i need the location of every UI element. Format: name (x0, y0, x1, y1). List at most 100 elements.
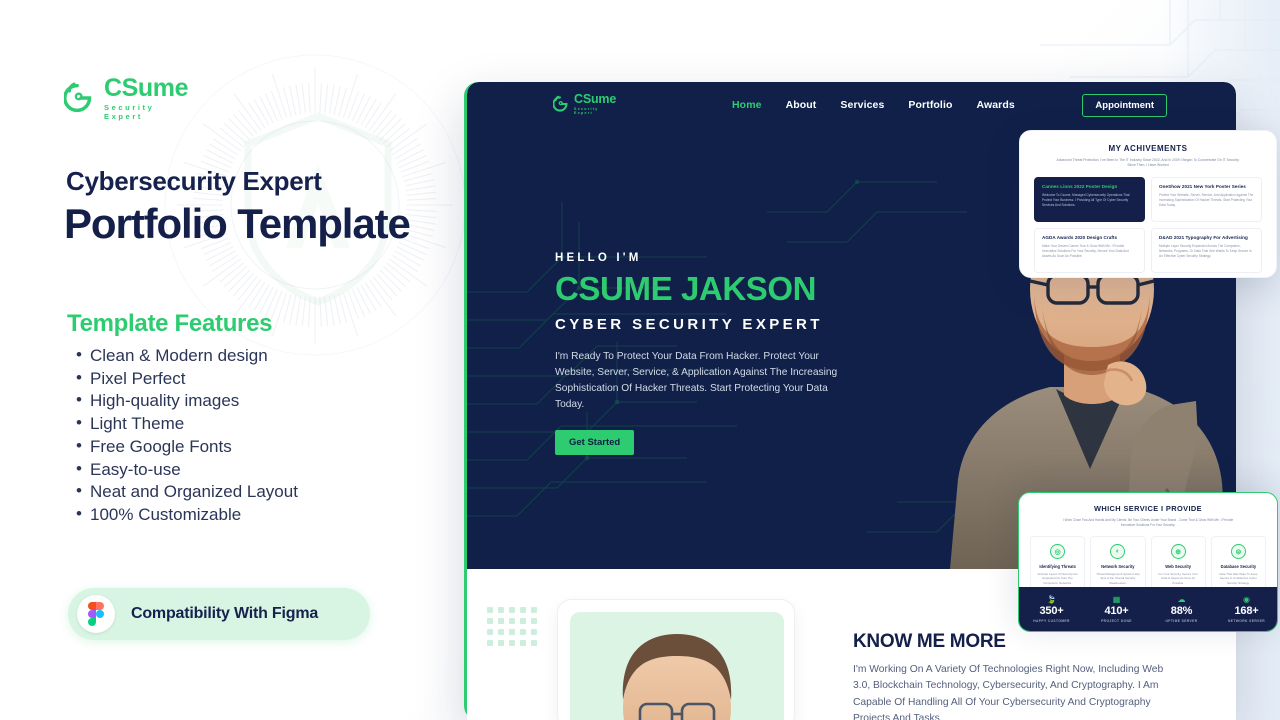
hero-description: I'm Ready To Protect Your Data From Hack… (555, 351, 838, 410)
feature-item: Easy-to-use (74, 458, 434, 482)
feature-item: Pixel Perfect (74, 367, 434, 391)
service-item[interactable]: ◎ Identifying Threats Animate Layers Of Se… (1030, 536, 1086, 594)
figma-icon-circle (77, 595, 115, 633)
know-me-more-block: KNOW ME MORE I'm Working On A Variety Of… (853, 631, 1183, 720)
features-list: Clean & Modern designPixel PerfectHigh-q… (74, 344, 434, 527)
csume-shield-logo-icon (64, 82, 92, 113)
achievement-title: OneShow 2021 New York Poster Series (1159, 184, 1246, 190)
achievements-title: MY ACHIVEMENTS (1108, 144, 1188, 153)
stats-bar: 🍃 350+ HAPPY CUSTOMER ▦ 410+ PROJECT DONE ☁ 88%… (1019, 587, 1277, 631)
achievement-description: Multiple Layer Security Expanded Across … (1159, 244, 1252, 259)
feature-item: Free Google Fonts (74, 435, 434, 459)
nav-links: Home About Services Portfolio Awards (732, 99, 1015, 111)
hero-copy: HELLO I'M CSUME JAKSON CYBER SECURITY EX… (555, 252, 885, 455)
service-description: Animate Layers Of Security Are Expanded … (1037, 572, 1078, 585)
feature-item: 100% Customizable (74, 503, 434, 527)
grid-icon: ▦ (1112, 595, 1121, 604)
brand-name: CSume (104, 74, 189, 102)
service-description: Threat Management System Help Spot & Far… (1096, 572, 1140, 585)
hero-name: CSUME JAKSON (555, 270, 817, 307)
feature-item: Light Theme (74, 412, 434, 436)
features-heading: Template Features (67, 310, 273, 337)
hero-hello: HELLO I'M (555, 252, 642, 264)
left-info-panel: CSume Security Expert Cybersecurity Expe… (0, 0, 466, 720)
service-title: Network Security (1101, 564, 1135, 569)
stat-label: HAPPY CUSTOMER (1033, 619, 1070, 623)
brand-sub1: Security (104, 103, 155, 112)
achievements-card: MY ACHIVEMENTS Advanced Threat Protectio… (1019, 130, 1277, 278)
nav-link-portfolio[interactable]: Portfolio (908, 99, 952, 111)
figma-icon (88, 602, 104, 626)
stat-value: 88% (1170, 605, 1193, 617)
service-item[interactable]: ⊕ Web Security For Your Security, Secure Y… (1150, 536, 1206, 594)
service-title: Web Security (1165, 564, 1192, 569)
nav-link-awards[interactable]: Awards (976, 99, 1014, 111)
stat-label: UPTIME SERVER (1165, 619, 1198, 623)
service-title: Database Security (1220, 564, 1257, 569)
achievement-title: D&AD 2021 Typography For Advertising (1159, 235, 1248, 241)
know-me-more-description: I'm Working On A Variety Of Technologies… (853, 664, 1164, 720)
nav-brand-logo[interactable]: CSume Security Expert (553, 93, 616, 116)
services-title: WHICH SERVICE I PROVIDE (1093, 504, 1203, 513)
achievement-description: Make Your Dream Comes True & Grow With M… (1042, 244, 1129, 259)
about-photo (570, 612, 784, 720)
fingerprint-icon: ◎ (1050, 544, 1066, 559)
feature-item: High-quality images (74, 389, 434, 413)
cloud-icon: ☁ (1177, 595, 1186, 604)
feature-item: Neat and Organized Layout (74, 480, 434, 504)
stat-item: ◉ 168+ NETWORK SERVER (1214, 595, 1277, 623)
stat-value: 410+ (1104, 605, 1129, 617)
service-title: Identifying Threats (1039, 564, 1076, 569)
leaf-icon: 🍃 (1046, 595, 1057, 604)
server-icon: ◉ (1243, 595, 1250, 604)
achievement-description: Protect Your Website, Server, Service, A… (1159, 193, 1254, 208)
about-person-photo (622, 634, 732, 720)
csume-shield-logo-icon (553, 96, 568, 112)
stat-item: ▦ 410+ PROJECT DONE (1084, 595, 1149, 623)
appointment-button[interactable]: Appointment (1082, 94, 1167, 117)
nav-brand-sub2: Expert (574, 111, 593, 116)
service-item[interactable]: ⊜ Database Security Data That Was Want To … (1210, 536, 1266, 594)
achievement-title: AGDA Awards 2020 Design Crafts (1042, 235, 1118, 241)
hero-role: CYBER SECURITY EXPERT (555, 316, 823, 333)
stat-item: 🍃 350+ HAPPY CUSTOMER (1019, 595, 1084, 623)
get-started-button[interactable]: Get Started (555, 430, 635, 455)
services-grid: ◎ Identifying Threats Animate Layers Of Se… (1030, 536, 1266, 594)
nav-brand-name: CSume (574, 92, 617, 106)
stat-label: NETWORK SERVER (1227, 619, 1266, 623)
achievement-item[interactable]: AGDA Awards 2020 Design Crafts Make Your … (1034, 228, 1145, 274)
know-me-more-title: KNOW ME MORE (853, 631, 1006, 652)
stat-value: 350+ (1039, 605, 1064, 617)
service-description: For Your Security, Secure Your Data & As… (1158, 572, 1198, 585)
shield-lock-icon: ◐ (1110, 544, 1126, 559)
achievement-item[interactable]: Cannes Lions 2022 Poster Design Welcome T… (1034, 177, 1145, 223)
page-kicker: Cybersecurity Expert (66, 166, 322, 196)
nav-link-about[interactable]: About (786, 99, 817, 111)
about-photo-card (557, 599, 795, 720)
brand-logo: CSume Security Expert (64, 74, 189, 121)
database-icon: ⊜ (1230, 544, 1246, 559)
site-navbar: CSume Security Expert Home About Services P… (467, 82, 1236, 130)
figma-compatibility-badge: Compatibility With Figma (68, 588, 370, 640)
nav-link-services[interactable]: Services (840, 99, 884, 111)
achievement-item[interactable]: OneShow 2021 New York Poster Series Prote… (1151, 177, 1262, 223)
achievement-description: Welcome To Csume, Managed Cybersecurity … (1042, 193, 1130, 208)
achievements-subtitle: Advanced Threat Protection. I've Been In… (1056, 158, 1240, 168)
globe-icon: ⊕ (1170, 544, 1186, 559)
brand-sub2: Expert (104, 111, 143, 121)
page-title: Portfolio Template (64, 200, 411, 247)
services-subtitle: I Work Close Two And Hands And My Client… (1062, 518, 1234, 527)
service-item[interactable]: ◐ Network Security Threat Management Syste… (1090, 536, 1146, 594)
services-card: WHICH SERVICE I PROVIDE I Work Close Two… (1018, 492, 1278, 632)
stat-label: PROJECT DONE (1101, 619, 1132, 623)
achievement-title: Cannes Lions 2022 Poster Design (1042, 184, 1118, 190)
stat-item: ☁ 88% UPTIME SERVER (1149, 595, 1214, 623)
dot-grid-decoration (487, 607, 537, 646)
stat-value: 168+ (1234, 605, 1259, 617)
figma-badge-label: Compatibility With Figma (131, 605, 319, 622)
nav-link-home[interactable]: Home (732, 99, 762, 111)
achievement-item[interactable]: D&AD 2021 Typography For Advertising Mult… (1151, 228, 1262, 274)
feature-item: Clean & Modern design (74, 344, 434, 368)
achievements-grid: Cannes Lions 2022 Poster Design Welcome T… (1034, 177, 1262, 274)
service-description: Data That Was Want To Keep Secure In An … (1219, 572, 1258, 585)
